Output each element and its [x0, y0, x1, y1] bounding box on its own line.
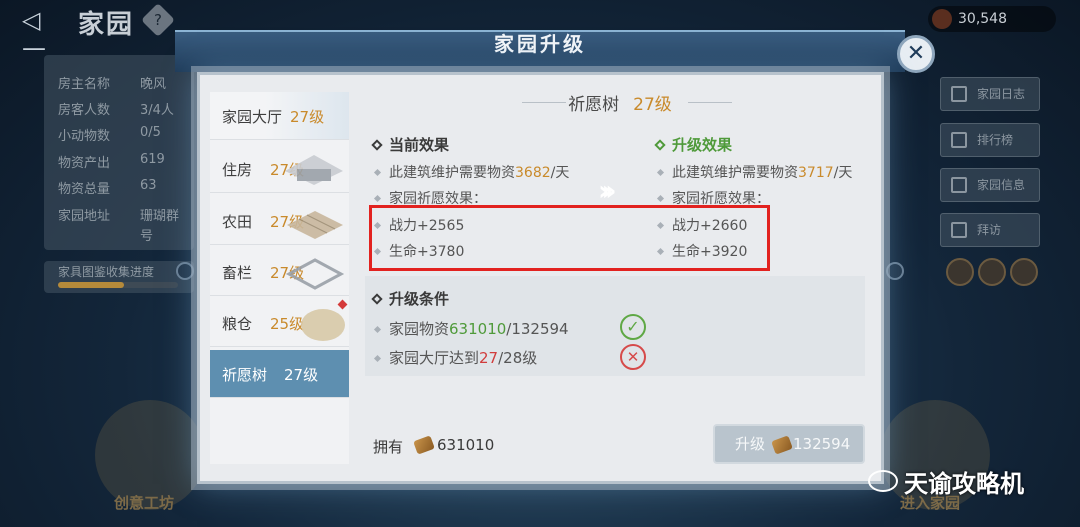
close-button[interactable]: ✕ [897, 35, 935, 73]
info-label: 家园地址 [58, 209, 111, 224]
home-log-button[interactable]: 家园日志 [940, 77, 1040, 111]
info-label: 房主名称 [58, 77, 111, 92]
progress-fill [58, 282, 124, 288]
progress-bar [58, 282, 178, 288]
chevron-right-icon: ››› [598, 174, 616, 207]
info-value: 晚风 [140, 77, 167, 92]
frame-knob-left [176, 262, 194, 280]
list-item-granary[interactable]: 粮仓 25级 [210, 299, 349, 347]
info-label: 小动物数 [58, 129, 111, 144]
highlight-box [369, 205, 770, 271]
housing-icon [285, 155, 343, 185]
info-value: 0/5 [140, 125, 161, 140]
upgrade-button[interactable]: 升级 132594 [713, 424, 865, 464]
check-icon: ✓ [620, 314, 646, 340]
material-icon [771, 435, 793, 455]
info-value: 号 [140, 229, 154, 244]
current-effect-title: 当前效果 [371, 134, 449, 155]
upgrade-effect-title: 升级效果 [654, 134, 732, 155]
avatar[interactable] [1010, 258, 1038, 286]
info-value: 3/4人 [140, 103, 174, 118]
log-icon [951, 86, 967, 102]
cross-icon: ✕ [620, 344, 646, 370]
creative-workshop-button[interactable]: 创意工坊 [114, 492, 174, 513]
conditions-title: 升级条件 [371, 288, 449, 309]
info-value: 珊瑚群 [140, 209, 180, 224]
divider [688, 102, 732, 103]
visit-icon [951, 222, 967, 238]
farmland-icon [287, 211, 343, 239]
list-item-housing[interactable]: 住房 27级 [210, 145, 349, 193]
info-label: 物资总量 [58, 182, 111, 197]
watermark: 天谕攻略机 [904, 470, 1024, 498]
info-label: 房客人数 [58, 103, 111, 118]
visit-button[interactable]: 拜访 [940, 213, 1040, 247]
upgrade-maintenance: 此建筑维护需要物资3717/天 [656, 162, 852, 182]
list-item-wish-tree[interactable]: 祈愿树 27级 [210, 350, 349, 398]
home-info-button[interactable]: 家园信息 [940, 168, 1040, 202]
granary-icon [301, 309, 345, 341]
list-item-farmland[interactable]: 农田 27级 [210, 197, 349, 245]
info-label: 物资产出 [58, 156, 111, 171]
ranking-button[interactable]: 排行榜 [940, 123, 1040, 157]
ranking-icon [951, 132, 967, 148]
frame-knob-right [886, 262, 904, 280]
info-value: 619 [140, 152, 165, 167]
list-item-hall[interactable]: 家园大厅 27级 [210, 92, 349, 140]
own-label: 拥有 [373, 438, 404, 456]
info-value: 63 [140, 178, 157, 193]
progress-label: 家具图鉴收集进度 [58, 265, 155, 279]
avatar[interactable] [978, 258, 1006, 286]
avatar[interactable] [946, 258, 974, 286]
list-item-pen[interactable]: 畜栏 27级 [210, 248, 349, 296]
condition-hall-level: 家园大厅达到27/28级 [373, 347, 537, 368]
condition-materials: 家园物资631010/132594 [373, 318, 569, 339]
pen-icon [285, 258, 345, 290]
building-title: 祈愿树 27级 [568, 95, 672, 115]
info-icon [951, 177, 967, 193]
current-maintenance: 此建筑维护需要物资3682/天 [373, 162, 569, 182]
own-value: 631010 [437, 436, 495, 454]
